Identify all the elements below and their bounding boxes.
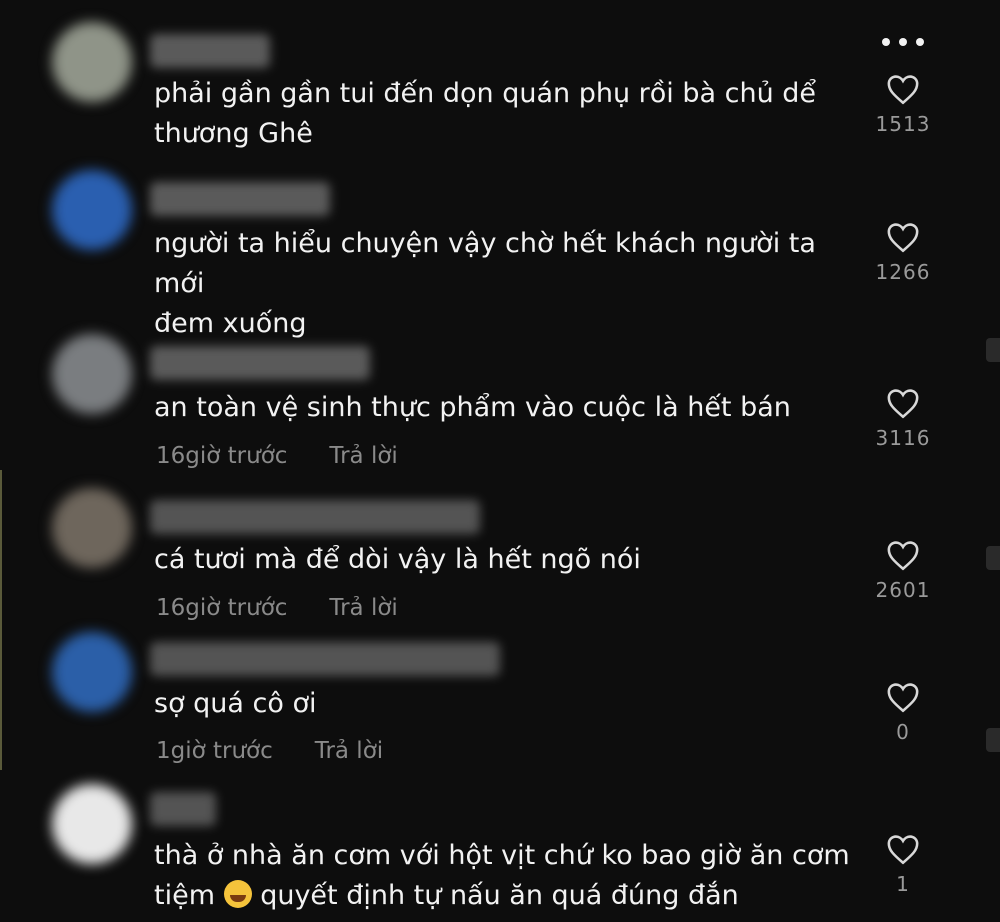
like-button[interactable]: 1266: [870, 222, 936, 284]
like-count: 1: [896, 872, 910, 896]
avatar[interactable]: [52, 632, 132, 712]
heart-icon: [887, 389, 919, 419]
more-horizontal-icon: [882, 38, 890, 46]
like-button[interactable]: 1: [870, 834, 936, 896]
avatar[interactable]: [52, 170, 132, 250]
comment-text-segment: quyết định tự nấu ăn quá đúng đắn: [260, 880, 739, 911]
heart-icon: [887, 223, 919, 253]
comment-text-line: thương Ghê: [154, 118, 313, 149]
left-edge-line: [0, 470, 2, 770]
comment-text: thà ở nhà ăn cơm với hột vịt chứ ko bao …: [154, 836, 854, 916]
username-blurred[interactable]: [150, 642, 500, 676]
reply-button[interactable]: Trả lời: [329, 443, 397, 469]
like-count: 1266: [875, 260, 931, 284]
scroll-edge-marker: [986, 338, 1000, 362]
comment-text-segment: tiệm: [154, 880, 216, 911]
comment-text-line: người ta hiểu chuyện vậy chờ hết khách n…: [154, 228, 816, 299]
like-button[interactable]: 2601: [870, 540, 936, 602]
scroll-edge-marker: [986, 546, 1000, 570]
scroll-edge-marker: [986, 728, 1000, 752]
avatar[interactable]: [52, 334, 132, 414]
comment-meta: 16giờ trước Trả lời: [156, 443, 398, 469]
like-button[interactable]: 0: [870, 682, 936, 744]
avatar[interactable]: [52, 22, 132, 102]
comment-timestamp: 16giờ trước: [156, 443, 288, 469]
like-count: 0: [896, 720, 910, 744]
comment-meta: 16giờ trước Trả lời: [156, 595, 398, 621]
comment-text-line: phải gần gần tui đến dọn quán phụ rồi bà…: [154, 78, 817, 109]
sweat-smile-emoji-icon: [223, 880, 252, 908]
username-blurred[interactable]: [150, 34, 270, 68]
like-count: 1513: [875, 112, 931, 136]
comment-text: người ta hiểu chuyện vậy chờ hết khách n…: [154, 224, 854, 344]
comment-text-line: đem xuống: [154, 308, 307, 339]
username-blurred[interactable]: [150, 500, 480, 534]
comment-text-line: sợ quá cô ơi: [154, 688, 317, 719]
comment-text: cá tươi mà để dòi vậy là hết ngõ nói: [154, 540, 854, 580]
username-blurred[interactable]: [150, 346, 370, 380]
reply-button[interactable]: Trả lời: [329, 595, 397, 621]
more-options-button[interactable]: [880, 30, 926, 50]
comment-text-line: tiệm quyết định tự nấu ăn quá đúng đắn: [154, 876, 854, 916]
like-count: 3116: [875, 426, 931, 450]
like-count: 2601: [875, 578, 931, 602]
like-button[interactable]: 1513: [870, 74, 936, 136]
avatar[interactable]: [52, 784, 132, 864]
username-blurred[interactable]: [150, 182, 330, 216]
heart-icon: [887, 541, 919, 571]
comment-timestamp: 1giờ trước: [156, 738, 273, 764]
comment-text: an toàn vệ sinh thực phẩm vào cuộc là hế…: [154, 388, 854, 428]
avatar[interactable]: [52, 488, 132, 568]
reply-button[interactable]: Trả lời: [315, 738, 383, 764]
comment-text: phải gần gần tui đến dọn quán phụ rồi bà…: [154, 74, 854, 154]
heart-icon: [887, 75, 919, 105]
heart-icon: [887, 683, 919, 713]
comment-text-line: thà ở nhà ăn cơm với hột vịt chứ ko bao …: [154, 840, 850, 871]
more-dot: [899, 38, 907, 46]
more-dot: [916, 38, 924, 46]
username-blurred[interactable]: [150, 792, 216, 826]
comment-text-line: cá tươi mà để dòi vậy là hết ngõ nói: [154, 544, 641, 575]
comment-text: sợ quá cô ơi: [154, 684, 854, 724]
heart-icon: [887, 835, 919, 865]
like-button[interactable]: 3116: [870, 388, 936, 450]
comment-meta: 1giờ trước Trả lời: [156, 738, 383, 764]
comment-timestamp: 16giờ trước: [156, 595, 288, 621]
comment-text-line: an toàn vệ sinh thực phẩm vào cuộc là hế…: [154, 392, 791, 423]
